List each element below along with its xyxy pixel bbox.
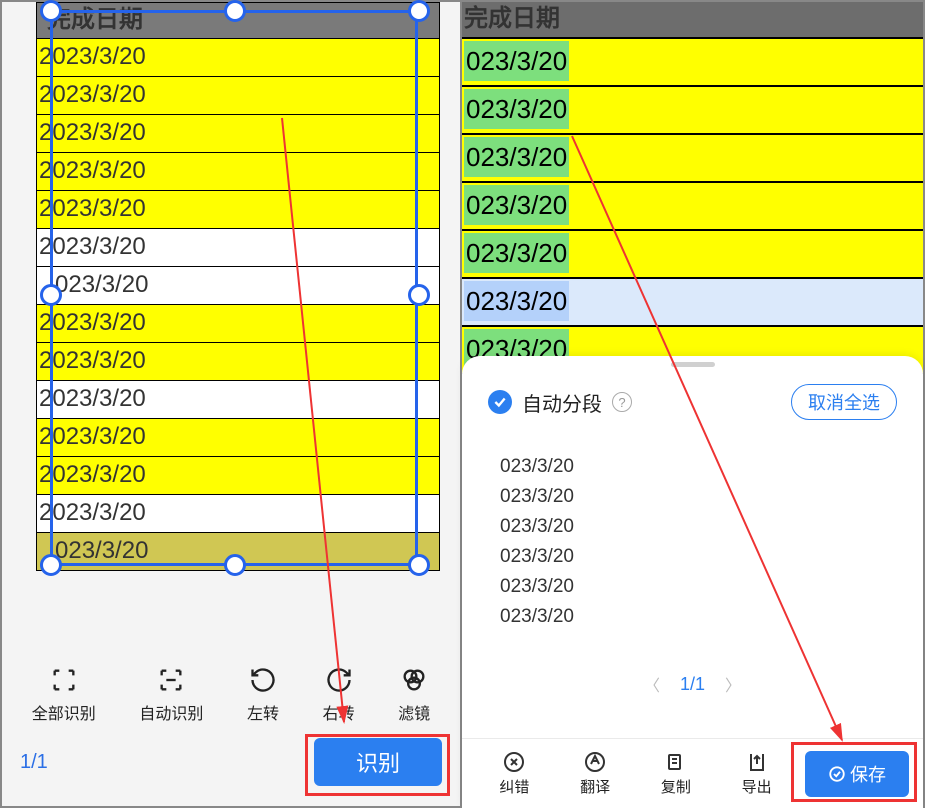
- left-screenshot-pane: 完成日期 2023/3/202023/3/202023/3/202023/3/2…: [1, 1, 461, 807]
- annotation-arrow-right: [462, 2, 925, 808]
- right-result-pane: 完成日期 023/3/20023/3/20023/3/20023/3/20023…: [461, 1, 924, 807]
- annotation-arrow-left: [2, 2, 462, 808]
